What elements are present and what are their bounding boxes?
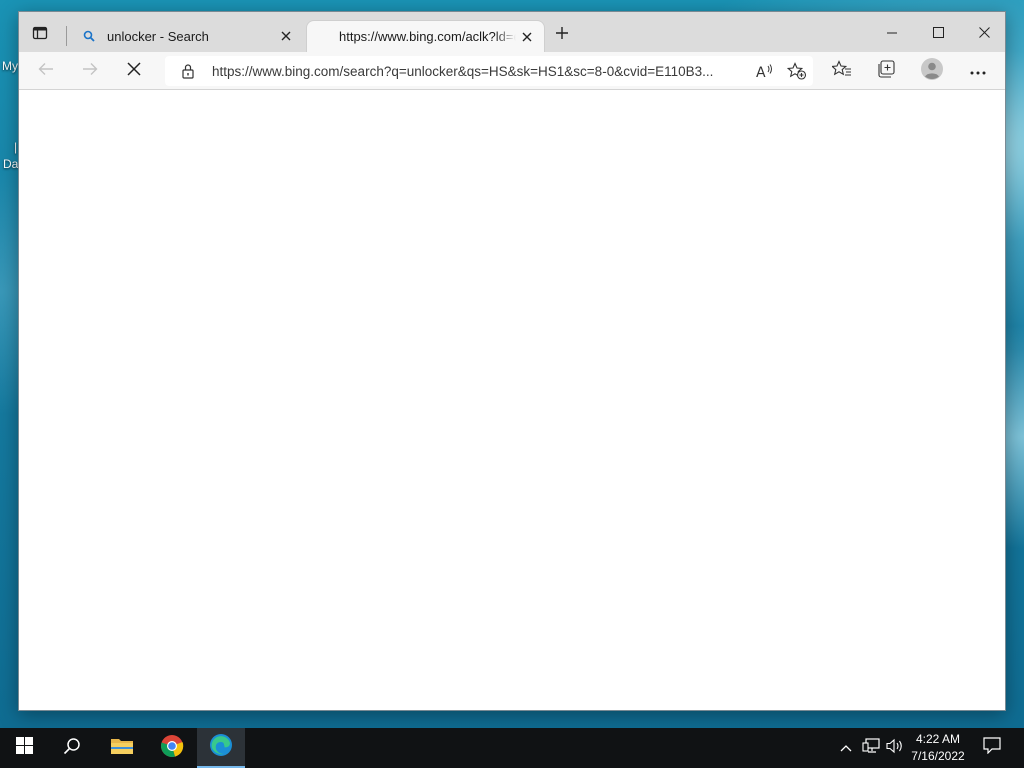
start-button[interactable] bbox=[0, 728, 48, 768]
taskbar-file-explorer[interactable] bbox=[98, 728, 146, 768]
tab-bing-aclk[interactable]: https://www.bing.com/aclk?ld=e bbox=[306, 20, 545, 52]
close-window-button[interactable] bbox=[961, 20, 1007, 48]
taskbar-clock[interactable]: 4:22 AM 7/16/2022 bbox=[904, 731, 972, 765]
read-aloud-icon[interactable]: A bbox=[749, 57, 781, 85]
loading-icon bbox=[315, 29, 327, 45]
tab-title: unlocker - Search bbox=[107, 28, 209, 44]
favorites-icon bbox=[830, 59, 852, 83]
chrome-icon bbox=[160, 734, 184, 763]
taskbar-edge[interactable] bbox=[197, 728, 245, 768]
desktop-icon-label[interactable]: My bbox=[2, 59, 18, 73]
tab-strip: unlocker - Search https://www.bing.com/a… bbox=[19, 12, 1005, 52]
favorites-button[interactable] bbox=[827, 57, 857, 85]
stop-loading-button[interactable] bbox=[119, 57, 149, 85]
clock-date: 7/16/2022 bbox=[911, 749, 965, 763]
network-icon bbox=[862, 737, 880, 759]
desktop-icon-fragment: | bbox=[14, 140, 18, 154]
tab-separator bbox=[66, 26, 67, 46]
notifications-button[interactable] bbox=[978, 734, 1006, 762]
search-icon bbox=[63, 737, 81, 760]
speaker-icon bbox=[886, 738, 904, 759]
collections-button[interactable] bbox=[871, 57, 901, 85]
svg-text:A: A bbox=[756, 65, 766, 79]
edge-icon bbox=[209, 733, 233, 762]
notification-icon bbox=[983, 737, 1001, 759]
stop-icon bbox=[127, 61, 141, 81]
taskbar-search-button[interactable] bbox=[48, 728, 96, 768]
collections-icon bbox=[877, 59, 895, 83]
close-tab-icon[interactable] bbox=[516, 26, 538, 48]
tab-unlocker-search[interactable]: unlocker - Search bbox=[73, 20, 303, 52]
address-bar[interactable]: https://www.bing.com/search?q=unlocker&q… bbox=[165, 56, 813, 86]
new-tab-button[interactable] bbox=[551, 24, 573, 46]
clock-time: 4:22 AM bbox=[915, 732, 961, 746]
windows-start-icon bbox=[15, 737, 33, 759]
search-icon bbox=[81, 28, 97, 44]
close-tab-icon[interactable] bbox=[275, 25, 297, 47]
taskbar-chrome[interactable] bbox=[148, 728, 196, 768]
more-icon bbox=[970, 62, 986, 80]
maximize-icon bbox=[932, 25, 944, 43]
add-favorite-icon[interactable] bbox=[781, 57, 813, 85]
close-icon bbox=[978, 25, 990, 43]
desktop-icon-label[interactable]: Da bbox=[3, 157, 18, 171]
tab-actions-icon bbox=[32, 25, 48, 46]
forward-button[interactable] bbox=[75, 57, 105, 85]
profile-icon bbox=[921, 57, 943, 85]
chevron-up-icon bbox=[840, 739, 852, 757]
settings-more-button[interactable] bbox=[963, 57, 993, 85]
file-explorer-icon bbox=[110, 736, 134, 761]
page-content-blank bbox=[19, 91, 1005, 710]
maximize-button[interactable] bbox=[915, 20, 961, 48]
minimize-icon bbox=[887, 25, 897, 43]
back-button[interactable] bbox=[31, 57, 61, 85]
tab-actions-button[interactable] bbox=[29, 24, 51, 46]
url-text[interactable]: https://www.bing.com/search?q=unlocker&q… bbox=[212, 64, 749, 79]
profile-button[interactable] bbox=[917, 57, 947, 85]
browser-window: unlocker - Search https://www.bing.com/a… bbox=[18, 11, 1006, 711]
tab-title: https://www.bing.com/aclk?ld=e bbox=[339, 29, 516, 44]
plus-icon bbox=[555, 26, 569, 45]
back-icon bbox=[38, 62, 54, 81]
show-hidden-icons-button[interactable] bbox=[834, 736, 858, 760]
network-status-button[interactable] bbox=[859, 736, 883, 760]
browser-toolbar: https://www.bing.com/search?q=unlocker&q… bbox=[19, 52, 1005, 90]
minimize-button[interactable] bbox=[869, 20, 915, 48]
forward-icon bbox=[82, 62, 98, 81]
taskbar: 4:22 AM 7/16/2022 bbox=[0, 728, 1024, 768]
lock-icon[interactable] bbox=[173, 56, 203, 86]
